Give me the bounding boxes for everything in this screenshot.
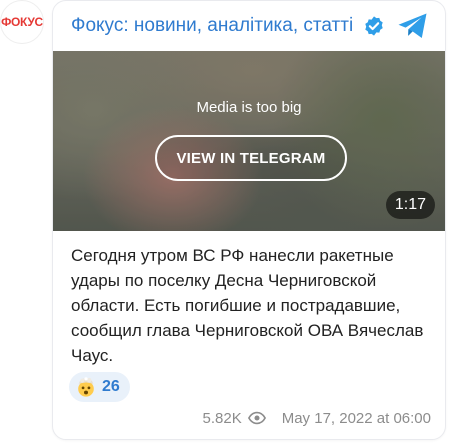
reaction-chip[interactable]: 26	[69, 372, 130, 402]
video-preview[interactable]: Media is too big VIEW IN TELEGRAM 1:17	[53, 51, 445, 231]
video-duration-badge: 1:17	[385, 191, 435, 219]
post-date-link[interactable]: May 17, 2022 at 06:00	[282, 410, 431, 427]
channel-avatar-logo-text: ФОКУС	[1, 15, 43, 29]
media-too-big-message: Media is too big	[196, 99, 302, 116]
post-text: Сегодня утром ВС РФ нанесли ракетные уда…	[71, 246, 424, 365]
exploding-head-emoji-icon	[78, 377, 94, 397]
telegram-logo-icon[interactable]	[397, 12, 429, 40]
telegram-post-card: Фокус: новини, аналітика, статті Media i…	[52, 0, 446, 440]
post-header: Фокус: новини, аналітика, статті	[53, 1, 445, 51]
eye-icon	[247, 411, 266, 425]
verified-check-icon	[365, 16, 383, 36]
channel-avatar[interactable]: ФОКУС	[0, 0, 44, 44]
post-meta: 5.82K May 17, 2022 at 06:00	[203, 407, 431, 429]
view-count: 5.82K	[202, 409, 242, 427]
reaction-count: 26	[102, 378, 120, 395]
channel-name-link[interactable]: Фокус: новини, аналітика, статті	[71, 15, 353, 37]
view-in-telegram-button[interactable]: VIEW IN TELEGRAM	[155, 135, 347, 181]
